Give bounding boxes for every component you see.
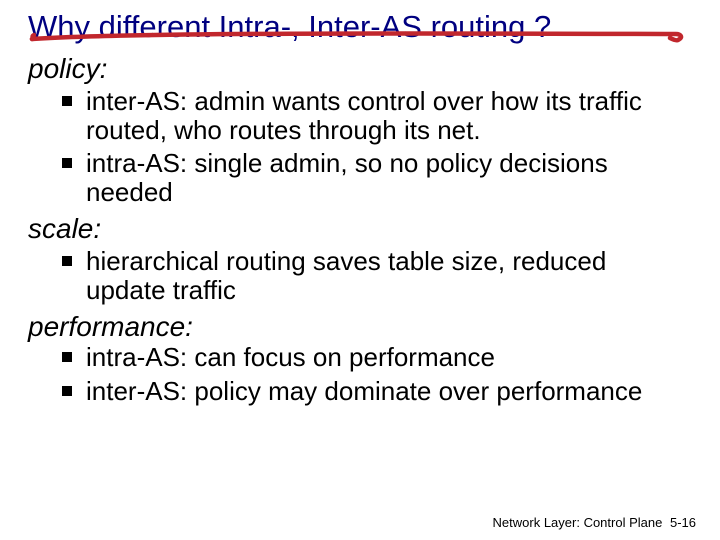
hand-underline-icon [28, 25, 688, 47]
list-item: intra-AS: can focus on performance [62, 343, 692, 372]
list-item: inter-AS: admin wants control over how i… [62, 87, 692, 145]
list-item: hierarchical routing saves table size, r… [62, 247, 692, 305]
policy-list: inter-AS: admin wants control over how i… [28, 87, 692, 207]
footer-page: 5-16 [670, 515, 696, 530]
section-heading-performance: performance: [28, 311, 692, 343]
footer-chapter: Network Layer: Control Plane [493, 515, 663, 530]
slide-footer: Network Layer: Control Plane 5-16 [493, 515, 696, 530]
section-heading-policy: policy: [28, 53, 692, 85]
slide: Why different Intra-, Inter-AS routing ?… [0, 0, 720, 540]
list-item: intra-AS: single admin, so no policy dec… [62, 149, 692, 207]
list-item: inter-AS: policy may dominate over perfo… [62, 377, 692, 406]
title-underline-annotation [28, 25, 692, 47]
performance-list: intra-AS: can focus on performance inter… [28, 343, 692, 405]
section-heading-scale: scale: [28, 213, 692, 245]
scale-list: hierarchical routing saves table size, r… [28, 247, 692, 305]
